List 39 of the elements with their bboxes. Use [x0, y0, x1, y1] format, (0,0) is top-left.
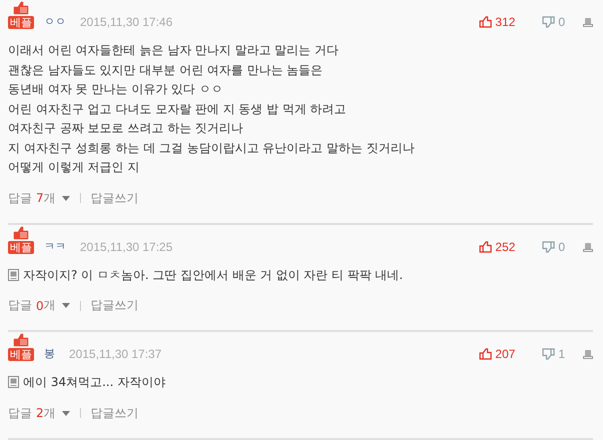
upvote-count: 207	[495, 347, 516, 361]
thumbs-down-icon[interactable]	[542, 16, 556, 28]
comment-date: 2015,11,30 17:25	[80, 240, 173, 254]
write-reply-link[interactable]: 답글쓰기	[90, 404, 139, 422]
siren-icon[interactable]	[583, 17, 593, 27]
caret-icon[interactable]	[62, 196, 70, 200]
comment-text: 자작이지? 이 ㅁㅊ놈아. 그딴 집안에서 배운 거 없이 자란 티 팍팍 내네.	[23, 266, 403, 284]
thumbs-up-icon	[13, 1, 29, 15]
comment-text: 에이 34쳐먹고... 자작이야	[23, 374, 166, 391]
siren-icon[interactable]	[583, 349, 593, 359]
author-name[interactable]: ㅇㅇ	[44, 15, 66, 29]
caret-icon[interactable]	[62, 410, 70, 416]
replies-button[interactable]: 답글 2개	[8, 404, 70, 422]
comment-text: 이래서 어린 여자들한테 늙은 남자 만나지 말라고 말리는 거다 괜찮은 남자들도 있지만 대부분 어린 여자를 만나는 놈들은 동년배 여자 못 만나는 이유가 있다 ㅇㅇ 어린 여자친구 업고 다녀도 모자랄 판에 지 동생 밥 먹게 하려고 여자친구 공짜 보모로 쓰려고 하는 짓거리나 지 여자친구 성희롱 하는 데 그걸 농담이랍시고 유난이라고 말하는 짓거리나 어떻게 이렇게 저급인 지	[8, 42, 414, 176]
author-name[interactable]: ㅋㅋ	[44, 240, 66, 254]
best-badge: 베플	[8, 240, 34, 254]
siren-icon[interactable]	[583, 242, 593, 252]
downvote-count: 1	[558, 347, 565, 361]
comment-date: 2015,11,30 17:46	[80, 15, 173, 29]
write-reply-link[interactable]: 답글쓰기	[90, 297, 139, 314]
author-name[interactable]: 봉	[44, 347, 55, 361]
upvote-count: 252	[495, 240, 516, 254]
thumbs-up-icon[interactable]	[479, 16, 492, 28]
upvote-count: 312	[495, 15, 516, 29]
best-badge: 베플	[8, 16, 34, 29]
thumbs-up-icon	[13, 333, 29, 347]
thumbs-up-icon	[13, 226, 29, 240]
caret-icon[interactable]	[62, 303, 70, 308]
best-badge: 베플	[8, 348, 34, 361]
replies-button[interactable]: 답글 7개	[8, 190, 70, 206]
downvote-count: 0	[558, 15, 565, 29]
write-reply-link[interactable]: 답글쓰기	[90, 190, 139, 206]
thumbs-up-icon[interactable]	[479, 348, 492, 360]
thumbs-down-icon[interactable]	[542, 240, 556, 252]
comment-date: 2015,11,30 17:37	[69, 347, 162, 361]
replies-button[interactable]: 답글 0개	[8, 297, 70, 314]
thumbs-up-icon[interactable]	[479, 240, 492, 252]
thumbs-down-icon[interactable]	[542, 348, 556, 360]
downvote-count: 0	[558, 240, 565, 254]
